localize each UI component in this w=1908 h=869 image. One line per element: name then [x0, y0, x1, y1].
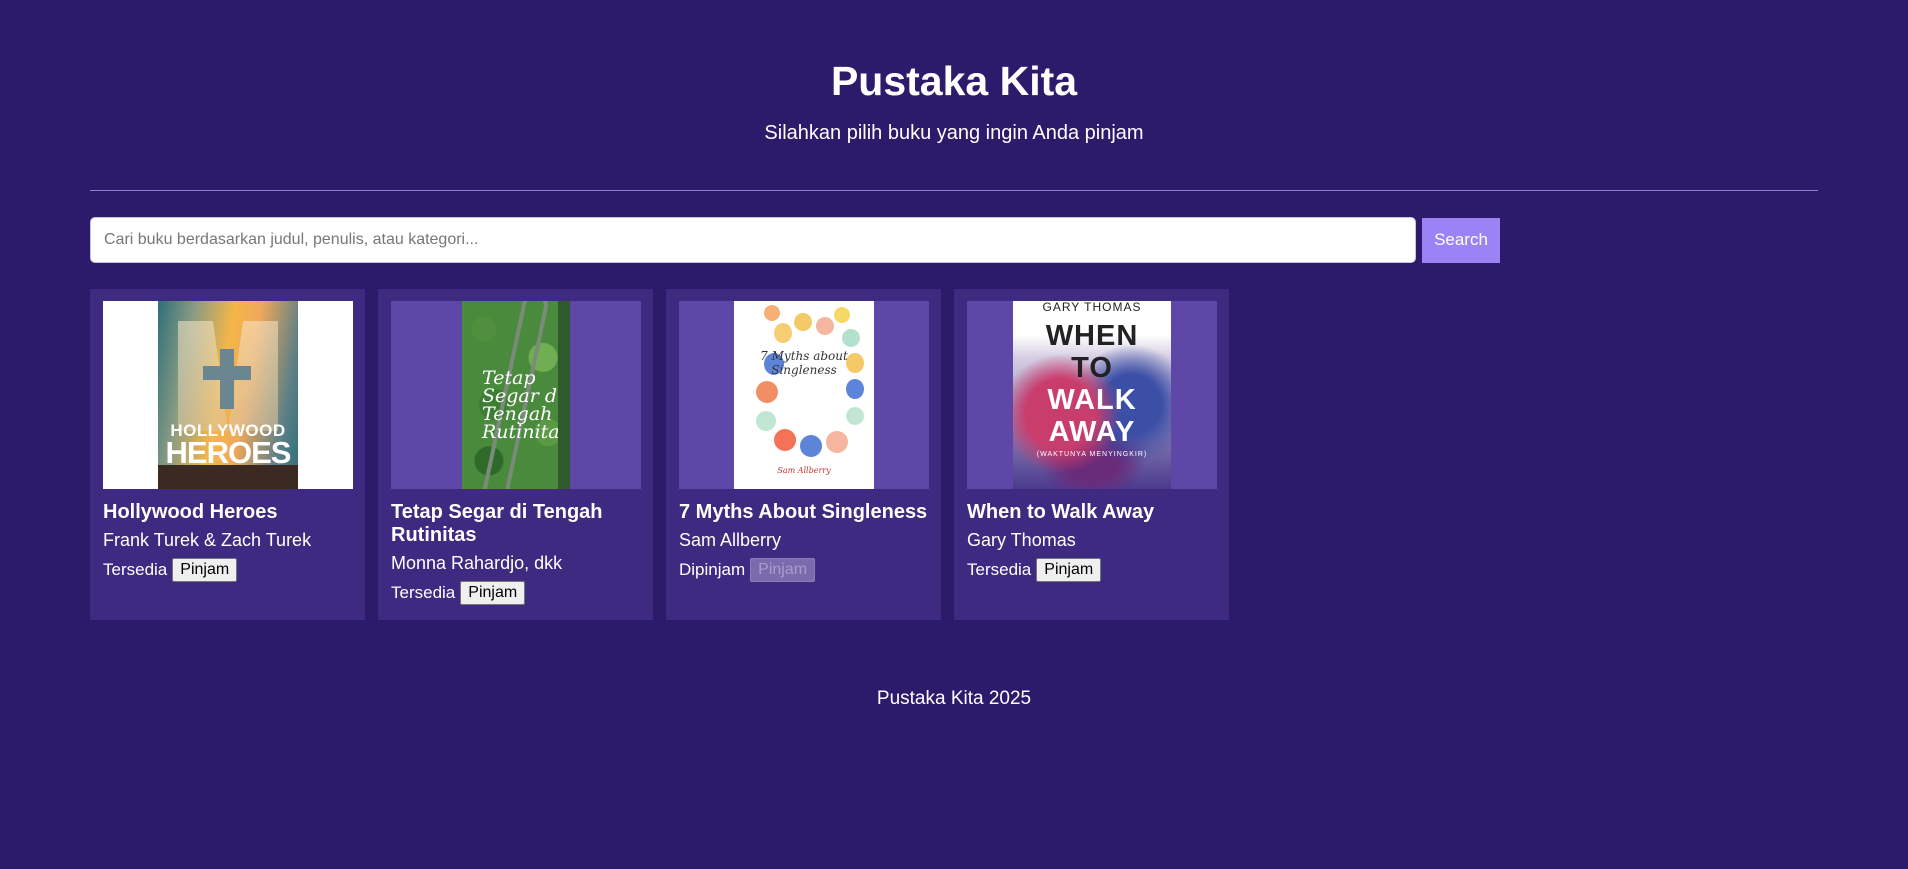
borrow-button[interactable]: Pinjam [1036, 558, 1102, 582]
site-footer: Pustaka Kita 2025 [876, 688, 1032, 709]
book-status: Tersedia [103, 560, 168, 579]
book-card: Tetap Segar di Tengah Rutinitas Tetap Se… [378, 289, 653, 620]
book-card: HOLLYWOOD HEROES Hollywood Heroes Frank … [90, 289, 365, 620]
borrow-button[interactable]: Pinjam [460, 581, 526, 605]
search-button[interactable]: Search [1422, 217, 1500, 263]
book-cover-frame: 7 Myths about Singleness Sam Allberry [679, 301, 929, 489]
book-cover-frame: GARY THOMAS WHEN TO WALK AWAY (WAKTUNYA … [967, 301, 1217, 489]
borrow-button[interactable]: Pinjam [750, 558, 816, 582]
book-status-row: Tersedia Pinjam [391, 581, 641, 605]
book-status: Tersedia [391, 583, 456, 602]
book-cover-image: 7 Myths about Singleness Sam Allberry [734, 301, 874, 489]
book-cover-image: Tetap Segar di Tengah Rutinitas [462, 301, 570, 489]
page-title: Pustaka Kita [830, 58, 1078, 104]
book-title: 7 Myths About Singleness [679, 501, 928, 523]
book-author: Frank Turek & Zach Turek [103, 530, 312, 550]
book-author: Monna Rahardjo, dkk [391, 553, 563, 573]
book-author: Sam Allberry [679, 530, 782, 550]
book-title: Hollywood Heroes [103, 501, 278, 523]
book-card: 7 Myths about Singleness Sam Allberry 7 … [666, 289, 941, 620]
book-title: When to Walk Away [967, 501, 1155, 523]
book-list: HOLLYWOOD HEROES Hollywood Heroes Frank … [90, 289, 1229, 620]
page-subtitle: Silahkan pilih buku yang ingin Anda pinj… [764, 122, 1144, 144]
borrow-button[interactable]: Pinjam [172, 558, 238, 582]
book-status-row: Tersedia Pinjam [967, 558, 1217, 582]
header-divider [90, 190, 1818, 191]
search-bar: Search [90, 217, 1500, 263]
book-author: Gary Thomas [967, 530, 1076, 550]
book-cover-image: HOLLYWOOD HEROES [158, 301, 298, 489]
book-card: GARY THOMAS WHEN TO WALK AWAY (WAKTUNYA … [954, 289, 1229, 620]
page: Pustaka Kita Silahkan pilih buku yang in… [0, 0, 1908, 869]
book-cover-frame: HOLLYWOOD HEROES [103, 301, 353, 489]
book-cover-image: GARY THOMAS WHEN TO WALK AWAY (WAKTUNYA … [1013, 301, 1171, 489]
book-status-row: Tersedia Pinjam [103, 558, 353, 582]
book-status-row: Dipinjam Pinjam [679, 558, 929, 582]
book-cover-frame: Tetap Segar di Tengah Rutinitas [391, 301, 641, 489]
site-header: Pustaka Kita Silahkan pilih buku yang in… [0, 0, 1908, 145]
book-status: Tersedia [967, 560, 1032, 579]
book-status: Dipinjam [679, 560, 746, 579]
search-input[interactable] [90, 217, 1416, 263]
book-title: Tetap Segar di Tengah Rutinitas [391, 501, 603, 546]
